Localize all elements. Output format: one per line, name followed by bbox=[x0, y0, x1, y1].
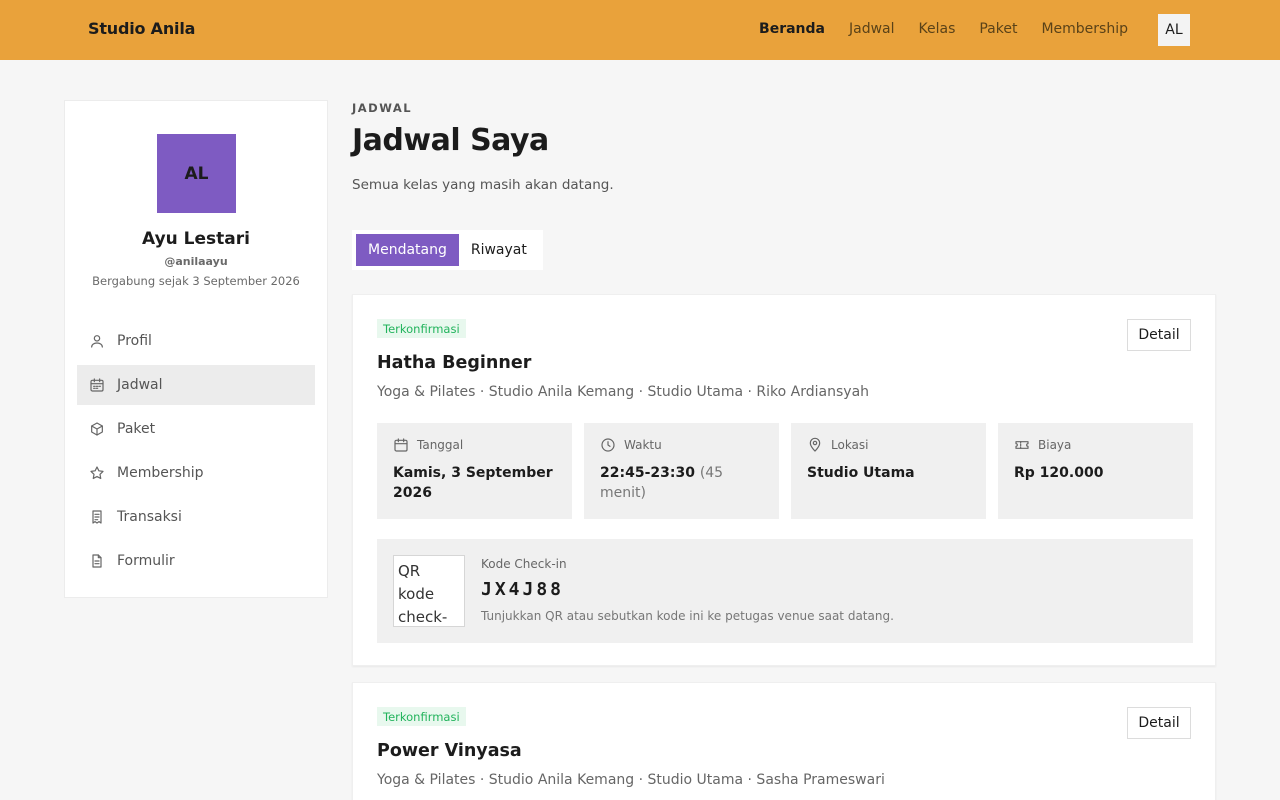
status-badge: Terkonfirmasi bbox=[377, 707, 466, 726]
booking-card: Terkonfirmasi Detail Hatha Beginner Yoga… bbox=[352, 294, 1216, 666]
calendar-icon bbox=[90, 378, 104, 392]
info-cost-label: Biaya bbox=[1038, 438, 1072, 452]
info-cost-value: Rp 120.000 bbox=[1014, 465, 1104, 481]
clock-icon bbox=[601, 438, 615, 452]
main-nav: Beranda Jadwal Kelas Paket Membership bbox=[759, 21, 1128, 37]
profile-name: Ayu Lestari bbox=[142, 229, 250, 249]
info-date-label: Tanggal bbox=[417, 438, 464, 452]
info-time-value: 22:45-23:30 bbox=[600, 465, 695, 481]
sidebar-item-transaksi[interactable]: Transaksi bbox=[77, 497, 315, 537]
info-date: Tanggal Kamis, 3 September 2026 bbox=[377, 423, 572, 519]
page-title: Jadwal Saya bbox=[352, 123, 549, 158]
class-title: Power Vinyasa bbox=[377, 741, 522, 761]
map-pin-icon bbox=[809, 437, 821, 452]
sidebar-item-label: Jadwal bbox=[117, 377, 163, 393]
star-icon bbox=[90, 466, 104, 480]
sidebar-item-label: Transaksi bbox=[117, 509, 182, 525]
calendar-icon bbox=[394, 438, 408, 452]
detail-button[interactable]: Detail bbox=[1127, 707, 1191, 739]
class-title: Hatha Beginner bbox=[377, 353, 532, 373]
ticket-icon bbox=[1015, 441, 1029, 449]
sidebar-item-label: Membership bbox=[117, 465, 204, 481]
brand-logo[interactable]: Studio Anila bbox=[88, 19, 195, 38]
nav-jadwal[interactable]: Jadwal bbox=[849, 21, 895, 37]
user-icon bbox=[91, 335, 103, 348]
tab-mendatang[interactable]: Mendatang bbox=[356, 234, 459, 266]
info-time: Waktu 22:45-23:30 (45 menit) bbox=[584, 423, 779, 519]
sidebar-item-label: Formulir bbox=[117, 553, 175, 569]
profile-sidebar: AL Ayu Lestari @anilaayu Bergabung sejak… bbox=[64, 100, 328, 598]
profile-joined-date: Bergabung sejak 3 September 2026 bbox=[92, 274, 300, 288]
sidebar-item-membership[interactable]: Membership bbox=[77, 453, 315, 493]
detail-button[interactable]: Detail bbox=[1127, 319, 1191, 351]
sidebar-item-paket[interactable]: Paket bbox=[77, 409, 315, 449]
user-avatar-button[interactable]: AL bbox=[1158, 14, 1190, 46]
document-icon bbox=[92, 554, 102, 568]
info-date-value: Kamis, 3 September 2026 bbox=[393, 465, 553, 501]
profile-avatar: AL bbox=[157, 134, 236, 213]
profile-handle: @anilaayu bbox=[164, 255, 228, 268]
checkin-label: Kode Check-in bbox=[481, 557, 567, 571]
booking-info-row: Tanggal Kamis, 3 September 2026 Waktu 22… bbox=[377, 423, 1193, 519]
class-meta: Yoga & Pilates · Studio Anila Kemang · S… bbox=[377, 772, 885, 788]
info-location-value: Studio Utama bbox=[807, 465, 915, 481]
sidebar-item-label: Paket bbox=[117, 421, 156, 437]
checkin-code: JX4J88 bbox=[481, 579, 565, 600]
nav-membership[interactable]: Membership bbox=[1041, 21, 1128, 37]
class-meta: Yoga & Pilates · Studio Anila Kemang · S… bbox=[377, 384, 870, 400]
qr-code-image: QR kode check-in bbox=[393, 555, 465, 627]
nav-beranda[interactable]: Beranda bbox=[759, 21, 825, 37]
receipt-icon bbox=[92, 510, 102, 524]
info-location-label: Lokasi bbox=[831, 438, 869, 452]
sidebar-item-label: Profil bbox=[117, 333, 152, 349]
checkin-panel: QR kode check-in Kode Check-in JX4J88 Tu… bbox=[377, 539, 1193, 643]
nav-paket[interactable]: Paket bbox=[979, 21, 1017, 37]
sidebar-item-formulir[interactable]: Formulir bbox=[77, 541, 315, 581]
info-location: Lokasi Studio Utama bbox=[791, 423, 986, 519]
box-icon bbox=[91, 422, 103, 436]
tab-riwayat[interactable]: Riwayat bbox=[459, 234, 539, 266]
top-navbar: Studio Anila Beranda Jadwal Kelas Paket … bbox=[0, 0, 1280, 60]
checkin-hint: Tunjukkan QR atau sebutkan kode ini ke p… bbox=[481, 609, 894, 623]
sidebar-item-profil[interactable]: Profil bbox=[77, 321, 315, 361]
info-time-value-wrap: 22:45-23:30 (45 menit) bbox=[600, 463, 763, 503]
booking-card: Terkonfirmasi Detail Power Vinyasa Yoga … bbox=[352, 682, 1216, 800]
page-eyebrow: JADWAL bbox=[352, 101, 413, 115]
info-time-label: Waktu bbox=[624, 438, 662, 452]
sidebar-item-jadwal[interactable]: Jadwal bbox=[77, 365, 315, 405]
schedule-tabs: Mendatang Riwayat bbox=[352, 230, 543, 270]
status-badge: Terkonfirmasi bbox=[377, 319, 466, 338]
page-subtitle: Semua kelas yang masih akan datang. bbox=[352, 177, 614, 193]
sidebar-menu: Profil Jadwal Paket Membership Transaksi… bbox=[77, 321, 315, 585]
nav-kelas[interactable]: Kelas bbox=[919, 21, 956, 37]
info-cost: Biaya Rp 120.000 bbox=[998, 423, 1193, 519]
